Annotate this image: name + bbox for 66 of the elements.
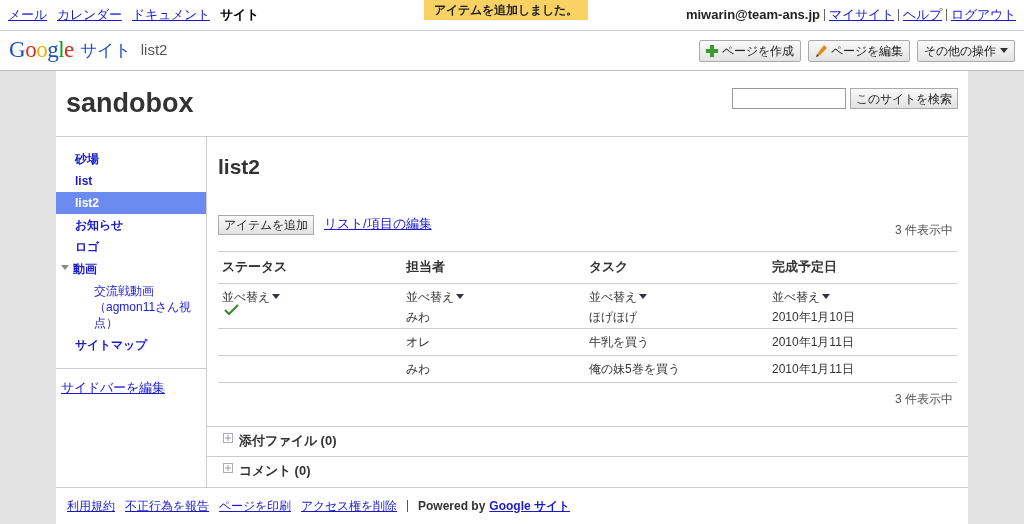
page-title: list2 bbox=[218, 154, 262, 180]
toolbar-button[interactable]: その他の操作 bbox=[917, 39, 1015, 62]
sidebar-item[interactable]: list bbox=[56, 170, 206, 192]
footer-link[interactable]: アクセス権を削除 bbox=[301, 497, 397, 515]
sidebar-item[interactable]: 動画 bbox=[56, 258, 206, 280]
account-link[interactable]: マイサイト bbox=[829, 5, 894, 25]
top-nav-link[interactable]: サイト bbox=[220, 5, 259, 25]
search-button[interactable]: このサイトを検索 bbox=[850, 88, 958, 109]
caret-icon bbox=[822, 294, 830, 299]
sort-button[interactable]: 並べ替え bbox=[585, 287, 647, 306]
section-heading[interactable]: コメント (0) bbox=[239, 461, 311, 481]
plus-icon bbox=[706, 44, 718, 57]
add-item-button[interactable]: アイテムを追加 bbox=[218, 214, 314, 235]
table-cell-text: ほげほげ bbox=[588, 308, 638, 326]
section-heading[interactable]: 添付ファイル (0) bbox=[239, 431, 337, 451]
footer-link[interactable]: ページを印刷 bbox=[219, 497, 291, 515]
product-name: サイト bbox=[79, 39, 131, 62]
site-title: sandobox bbox=[66, 87, 194, 121]
column-header: ステータス bbox=[221, 258, 288, 277]
footer-link[interactable]: 不正行為を報告 bbox=[125, 497, 209, 515]
account-link[interactable]: ヘルプ bbox=[903, 5, 942, 25]
sort-button[interactable]: 並べ替え bbox=[218, 287, 280, 306]
search-field[interactable] bbox=[732, 88, 846, 109]
edit-list-link[interactable]: リスト/項目の編集 bbox=[324, 213, 432, 234]
sidebar-item[interactable]: 砂場 bbox=[56, 148, 206, 170]
item-count: 3 件表示中 bbox=[895, 390, 953, 408]
google-logo[interactable]: Google bbox=[9, 33, 74, 68]
caret-icon bbox=[456, 294, 464, 299]
user-email: miwarin@team-ans.jp bbox=[685, 6, 820, 25]
table-cell-text: 2010年1月11日 bbox=[771, 360, 855, 378]
caret-icon bbox=[61, 265, 69, 270]
sidebar-item[interactable]: ロゴ bbox=[56, 236, 206, 258]
toolbar-button[interactable]: ページを編集 bbox=[808, 39, 910, 62]
top-nav-link[interactable]: メール bbox=[8, 5, 47, 25]
top-nav-link[interactable]: ドキュメント bbox=[132, 5, 210, 25]
table-cell-text: オレ bbox=[405, 333, 431, 351]
item-count: 3 件表示中 bbox=[895, 221, 953, 239]
plus-icon[interactable] bbox=[223, 433, 233, 443]
top-nav-link[interactable]: カレンダー bbox=[57, 5, 122, 25]
pencil-icon bbox=[815, 44, 827, 57]
table-cell-text: 俺の妹5巻を買う bbox=[588, 360, 681, 378]
toolbar-button[interactable]: ページを作成 bbox=[699, 39, 801, 62]
table-cell-text: みわ bbox=[405, 360, 431, 378]
caret-icon bbox=[272, 294, 280, 299]
caret-icon bbox=[1000, 48, 1008, 53]
caret-icon bbox=[639, 294, 647, 299]
page-name: list2 bbox=[140, 40, 168, 61]
sort-button[interactable]: 並べ替え bbox=[768, 287, 830, 306]
footer-link[interactable]: 利用規約 bbox=[67, 497, 115, 515]
sidebar-item[interactable]: 交流戦動画（agmon11さん視点） bbox=[56, 280, 206, 334]
edit-sidebar-link[interactable]: サイドバーを編集 bbox=[61, 378, 165, 398]
column-header: タスク bbox=[588, 258, 629, 277]
table-cell-text: みわ bbox=[405, 308, 431, 326]
table-cell-text: 牛乳を買う bbox=[588, 333, 650, 351]
column-header: 完成予定日 bbox=[771, 258, 838, 277]
sort-button[interactable]: 並べ替え bbox=[402, 287, 464, 306]
column-header: 担当者 bbox=[405, 258, 446, 277]
google-sites-link[interactable]: Google サイト bbox=[489, 497, 571, 515]
table-cell-text: 2010年1月10日 bbox=[771, 308, 856, 326]
plus-icon[interactable] bbox=[223, 463, 233, 473]
sidebar-item[interactable]: お知らせ bbox=[56, 214, 206, 236]
notice-banner: アイテムを追加しました。 bbox=[424, 0, 588, 20]
sidebar-item[interactable]: サイトマップ bbox=[56, 334, 206, 356]
account-link[interactable]: ログアウト bbox=[951, 5, 1016, 25]
powered-by-text: Powered by bbox=[418, 498, 486, 515]
table-cell-text: 2010年1月11日 bbox=[771, 333, 855, 351]
